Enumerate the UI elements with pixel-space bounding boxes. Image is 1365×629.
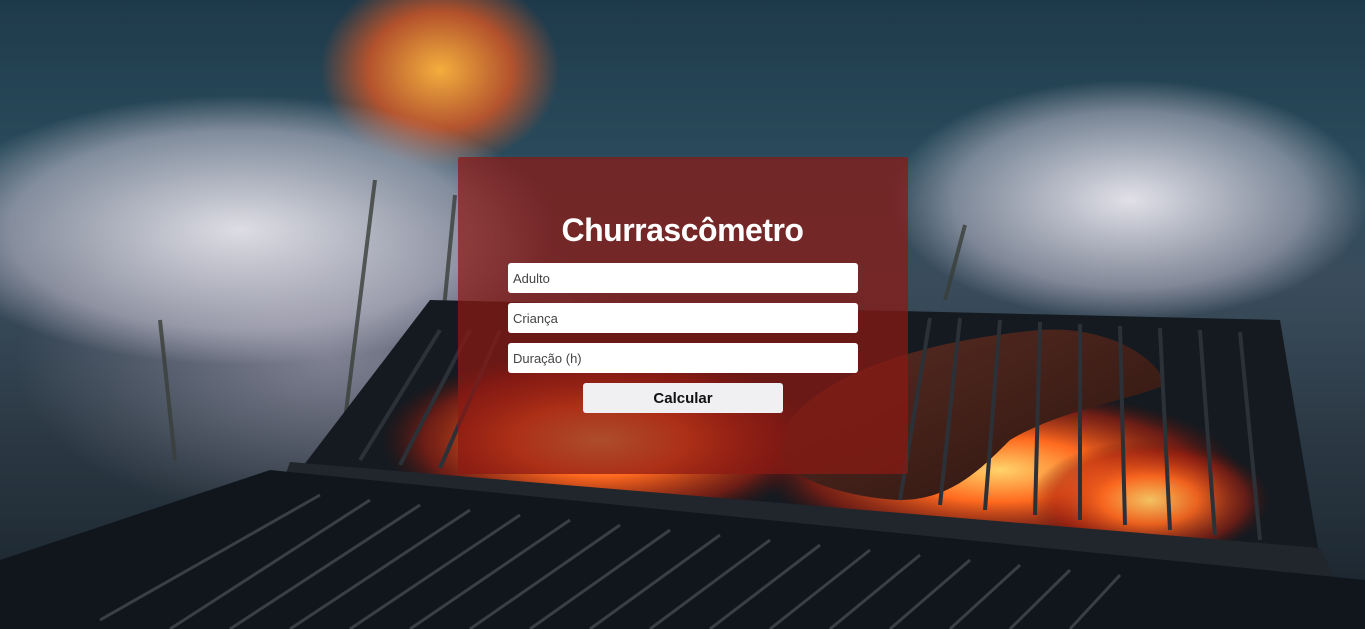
duration-input[interactable] <box>508 343 858 373</box>
page-title: Churrascômetro <box>561 212 804 248</box>
adult-input[interactable] <box>508 263 858 293</box>
child-input[interactable] <box>508 303 858 333</box>
page: Churrascômetro Calcular <box>0 0 1365 629</box>
calculate-button[interactable]: Calcular <box>583 383 783 413</box>
